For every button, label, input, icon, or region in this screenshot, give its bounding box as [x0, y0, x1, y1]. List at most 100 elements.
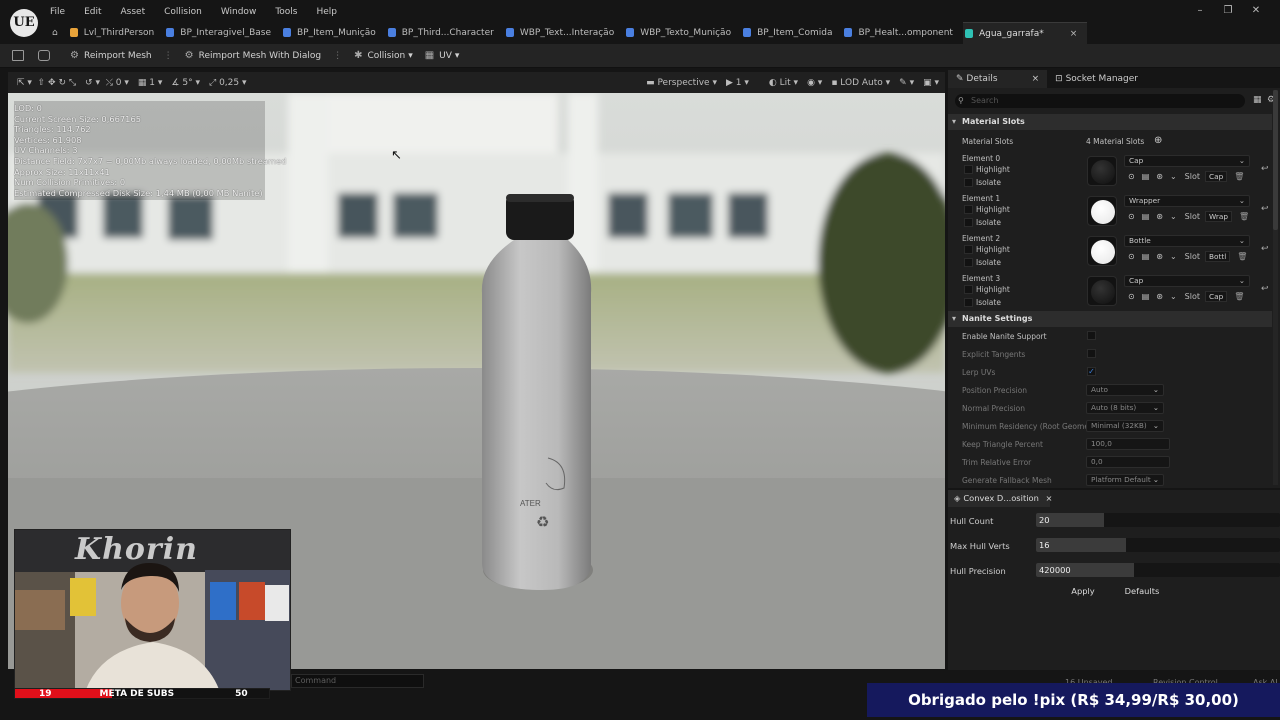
editor-tab[interactable]: WBP_Text...Interação [504, 22, 624, 44]
material-slots-section[interactable]: ▾ Material Slots [948, 114, 1272, 130]
details-search-input[interactable]: ⚲ Search [955, 94, 1245, 108]
editor-tab[interactable]: BP_Third...Character [386, 22, 504, 44]
material-dropdown[interactable]: Cap ⌄ [1124, 275, 1250, 287]
nanite-number-input[interactable]: 0,0 [1086, 456, 1170, 468]
nanite-dropdown[interactable]: Minimal (32KB) ⌄ [1086, 420, 1164, 432]
convex-slider-input[interactable]: 420000 [1036, 563, 1280, 577]
editor-tab[interactable]: Agua_garrafa* × [962, 22, 1088, 44]
nanite-checkbox[interactable] [1087, 331, 1096, 340]
delete-icon[interactable]: 🗑 [1237, 252, 1247, 261]
close-window-icon[interactable]: ✕ [1242, 5, 1270, 16]
highlight-checkbox[interactable] [964, 205, 973, 214]
browse-icon[interactable]: ▤ [1142, 252, 1150, 261]
reset-icon[interactable]: ↩ [1261, 244, 1269, 254]
isolate-checkbox[interactable] [964, 258, 973, 267]
close-icon[interactable]: × [1032, 74, 1040, 84]
swatch-icon[interactable]: ⊛ [1156, 172, 1163, 181]
editor-tab[interactable]: BP_Interagivel_Base [164, 22, 281, 44]
save-icon[interactable] [12, 50, 24, 61]
unreal-logo[interactable]: UE [10, 9, 38, 37]
add-slot-icon[interactable]: ⊕ [1154, 135, 1162, 146]
convex-slider-input[interactable]: 16 [1036, 538, 1280, 552]
chevron-down-icon[interactable]: ⌄ [1170, 212, 1177, 221]
nanite-settings-section[interactable]: ▾ Nanite Settings [948, 311, 1272, 327]
apply-button[interactable]: Apply [1060, 584, 1106, 598]
defaults-button[interactable]: Defaults [1116, 584, 1168, 598]
scale-snap[interactable]: ⤢ 0,25 ▾ [209, 78, 247, 88]
rotation-snap[interactable]: ↺ ▾ ⤯ 0 ▾ [85, 78, 129, 88]
menu-edit[interactable]: Edit [84, 7, 101, 17]
isolate-checkbox[interactable] [964, 298, 973, 307]
slot-name-input[interactable]: Cap [1205, 171, 1228, 182]
material-thumbnail[interactable] [1087, 156, 1117, 186]
camera-speed[interactable]: ▶ 1 ▾ [726, 78, 749, 88]
material-thumbnail[interactable] [1087, 276, 1117, 306]
reimport-dialog-button[interactable]: ⚙ Reimport Mesh With Dialog [185, 50, 321, 61]
reset-icon[interactable]: ↩ [1261, 284, 1269, 294]
transform-tools[interactable]: ⇱ ▾ ⇧ ✥ ↻ ⤡ [17, 78, 76, 88]
perspective-dropdown[interactable]: ▬ Perspective ▾ [646, 78, 717, 88]
convex-slider-input[interactable]: 20 [1036, 513, 1280, 527]
highlight-checkbox[interactable] [964, 165, 973, 174]
swatch-icon[interactable]: ⊛ [1156, 212, 1163, 221]
menu-help[interactable]: Help [316, 7, 337, 17]
nanite-dropdown[interactable]: Auto ⌄ [1086, 384, 1164, 396]
tab-convex-decomposition[interactable]: ◈ Convex D...osition × [948, 490, 1052, 507]
isolate-checkbox[interactable] [964, 178, 973, 187]
nanite-dropdown[interactable]: Platform Default ⌄ [1086, 474, 1164, 486]
swatch-icon[interactable]: ⊛ [1156, 252, 1163, 261]
delete-icon[interactable]: 🗑 [1239, 212, 1249, 221]
delete-icon[interactable]: 🗑 [1234, 292, 1244, 301]
settings-dropdown[interactable]: ✎ ▾ [899, 78, 914, 88]
browse-icon[interactable]: ▤ [1142, 212, 1150, 221]
details-scrollbar[interactable] [1273, 90, 1278, 485]
nanite-number-input[interactable]: 100,0 [1086, 438, 1170, 450]
nanite-checkbox[interactable] [1087, 349, 1096, 358]
material-dropdown[interactable]: Wrapper ⌄ [1124, 195, 1250, 207]
tab-socket-manager[interactable]: ⊡ Socket Manager [1047, 70, 1146, 88]
editor-tab[interactable]: BP_Item_Munição [281, 22, 386, 44]
browse-icon[interactable] [38, 50, 50, 61]
menu-asset[interactable]: Asset [121, 7, 146, 17]
menu-collision[interactable]: Collision [164, 7, 202, 17]
use-icon[interactable]: ⊙ [1128, 252, 1135, 261]
editor-tab[interactable]: WBP_Texto_Munição [624, 22, 741, 44]
minimize-icon[interactable]: – [1186, 5, 1214, 16]
editor-tab[interactable]: BP_Healt...omponent [842, 22, 963, 44]
collision-dropdown[interactable]: ✱ Collision ▾ [354, 50, 413, 61]
menu-file[interactable]: File [50, 7, 65, 17]
highlight-checkbox[interactable] [964, 285, 973, 294]
close-icon[interactable]: × [1070, 29, 1078, 39]
menu-tools[interactable]: Tools [275, 7, 297, 17]
nanite-checkbox[interactable]: ✓ [1087, 367, 1096, 376]
reimport-mesh-button[interactable]: ⚙ Reimport Mesh [70, 50, 152, 61]
slot-name-input[interactable]: Wrap [1205, 211, 1233, 222]
reset-icon[interactable]: ↩ [1261, 204, 1269, 214]
browse-icon[interactable]: ▤ [1142, 292, 1150, 301]
lit-dropdown[interactable]: ◐ Lit ▾ [769, 78, 798, 88]
tab-details[interactable]: ✎ Details × [948, 70, 1048, 88]
slot-name-input[interactable]: Bottl [1205, 251, 1231, 262]
nanite-dropdown[interactable]: Auto (8 bits) ⌄ [1086, 402, 1164, 414]
command-input[interactable]: Command [291, 674, 424, 688]
delete-icon[interactable]: 🗑 [1234, 172, 1244, 181]
lod-dropdown[interactable]: ▪ LOD Auto ▾ [831, 78, 890, 88]
highlight-checkbox[interactable] [964, 245, 973, 254]
browse-icon[interactable]: ▤ [1142, 172, 1150, 181]
home-tab[interactable]: ⌂ [46, 22, 68, 44]
use-icon[interactable]: ⊙ [1128, 172, 1135, 181]
slot-name-input[interactable]: Cap [1205, 291, 1228, 302]
angle-snap[interactable]: ∡ 5° ▾ [171, 78, 200, 88]
reset-icon[interactable]: ↩ [1261, 164, 1269, 174]
chevron-down-icon[interactable]: ⌄ [1170, 172, 1177, 181]
material-dropdown[interactable]: Bottle ⌄ [1124, 235, 1250, 247]
show-dropdown[interactable]: ◉ ▾ [807, 78, 822, 88]
editor-tab[interactable]: BP_Item_Comida [741, 22, 842, 44]
editor-tab[interactable]: Lvl_ThirdPerson [68, 22, 165, 44]
grid-snap[interactable]: ▦ 1 ▾ [138, 78, 163, 88]
maximize-icon[interactable]: ❐ [1214, 5, 1242, 16]
close-icon[interactable]: × [1045, 493, 1052, 503]
view-options-icon[interactable]: ▦ [1253, 95, 1262, 105]
menu-window[interactable]: Window [221, 7, 257, 17]
swatch-icon[interactable]: ⊛ [1156, 292, 1163, 301]
